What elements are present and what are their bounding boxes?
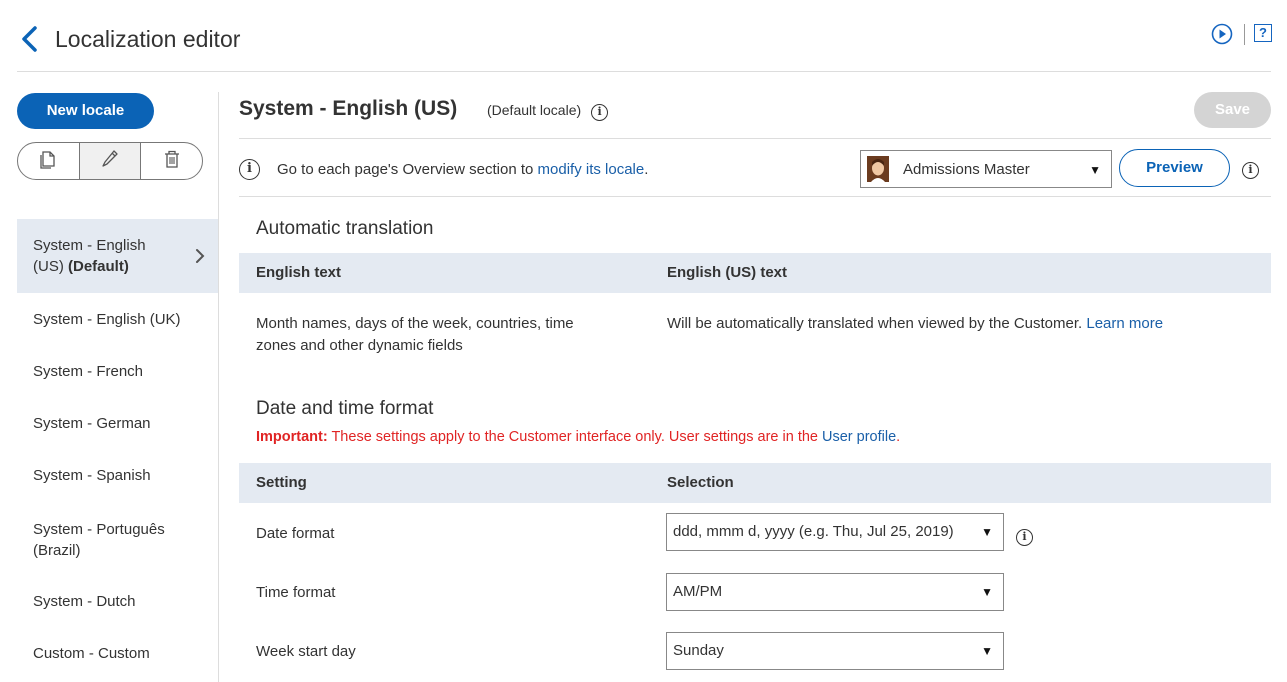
setting-label: Date format <box>256 525 335 542</box>
top-bar: Localization editor ? <box>0 0 1287 72</box>
important-text: These settings apply to the Customer int… <box>327 429 823 445</box>
table-cell: Month names, days of the week, countries… <box>256 313 636 357</box>
delete-locale-button[interactable] <box>140 143 202 179</box>
column-header: Selection <box>667 474 734 491</box>
caret-down-icon: ▼ <box>981 644 993 658</box>
date-format-select[interactable]: ddd, mmm d, yyyy (e.g. Thu, Jul 25, 2019… <box>666 513 1004 551</box>
week-start-day-select[interactable]: Sunday ▼ <box>666 632 1004 670</box>
divider <box>239 196 1271 197</box>
learn-more-link[interactable]: Learn more <box>1086 315 1163 332</box>
column-header: English (US) text <box>667 264 788 281</box>
locale-item-label-part: (US) <box>33 258 64 275</box>
select-value: AM/PM <box>673 583 723 600</box>
play-video-icon[interactable] <box>1211 23 1233 45</box>
persona-select[interactable]: Admissions Master ▼ <box>860 150 1112 188</box>
locale-item-label-line2: (Brazil) <box>33 542 81 559</box>
table-cell: Will be automatically translated when vi… <box>667 313 1163 335</box>
info-icon: i <box>239 159 260 180</box>
save-button[interactable]: Save <box>1194 92 1271 128</box>
default-label: (Default) <box>68 258 129 275</box>
locale-subtitle: (Default locale) i <box>487 102 609 121</box>
locale-item-dutch[interactable]: System - Dutch <box>17 575 218 627</box>
column-header: Setting <box>256 474 307 491</box>
trash-icon <box>163 149 181 173</box>
locale-title: System - English (US) <box>239 97 458 120</box>
caret-down-icon: ▼ <box>1089 163 1101 177</box>
locale-item-label: System - Português <box>33 521 165 538</box>
caret-down-icon: ▼ <box>981 585 993 599</box>
important-note: Important: These settings apply to the C… <box>256 429 900 445</box>
copy-icon <box>39 149 57 173</box>
cell-line: Month names, days of the week, countries… <box>256 315 574 332</box>
notice-end: . <box>644 161 649 178</box>
overview-notice: Go to each page's Overview section to mo… <box>277 161 648 178</box>
select-value: Sunday <box>673 642 724 659</box>
user-profile-link[interactable]: User profile <box>822 429 896 445</box>
cell-text: Will be automatically translated when vi… <box>667 315 1087 332</box>
locale-actions-toolbar <box>17 142 203 180</box>
locale-item-label: Custom - Custom <box>33 645 150 662</box>
info-icon[interactable]: i <box>591 104 609 121</box>
table-header: Setting Selection <box>239 463 1271 503</box>
new-locale-button[interactable]: New locale <box>17 93 154 129</box>
locale-item-german[interactable]: System - German <box>17 397 218 449</box>
locale-item-portuguese-brazil[interactable]: System - Português (Brazil) <box>17 501 218 575</box>
section-heading-automatic-translation: Automatic translation <box>256 218 434 239</box>
divider <box>239 138 1271 139</box>
info-icon[interactable]: i <box>1016 529 1033 546</box>
locale-item-label-line2: (US) (Default) <box>33 256 218 277</box>
locale-item-custom[interactable]: Custom - Custom <box>17 627 218 679</box>
locale-item-spanish[interactable]: System - Spanish <box>17 449 218 501</box>
page-title: Localization editor <box>55 26 241 52</box>
sidebar-divider <box>218 92 219 682</box>
edit-locale-button[interactable] <box>78 143 141 179</box>
locale-item-english-us[interactable]: System - English (US) (Default) <box>17 219 218 293</box>
copy-locale-button[interactable] <box>18 143 79 179</box>
table-header: English text English (US) text <box>239 253 1271 293</box>
important-end: . <box>896 429 901 445</box>
select-value: ddd, mmm d, yyyy (e.g. Thu, Jul 25, 2019… <box>673 523 954 540</box>
important-label: Important: <box>256 429 328 445</box>
preview-button[interactable]: Preview <box>1119 149 1230 187</box>
cell-line: zones and other dynamic fields <box>256 337 463 354</box>
caret-down-icon: ▼ <box>981 525 993 539</box>
header-divider <box>1244 24 1245 45</box>
back-chevron-icon[interactable] <box>18 24 42 54</box>
locale-item-french[interactable]: System - French <box>17 345 218 397</box>
locale-item-label: System - French <box>33 363 144 380</box>
locale-item-english-uk[interactable]: System - English (UK) <box>17 293 218 345</box>
notice-text: Go to each page's Overview section to <box>277 161 538 178</box>
locale-item-label: System - English (UK) <box>33 311 181 328</box>
locale-list: System - English (US) (Default) System -… <box>17 219 218 679</box>
locale-item-label: System - Dutch <box>33 593 136 610</box>
avatar <box>867 156 889 182</box>
persona-name: Admissions Master <box>903 160 1030 178</box>
locale-item-label: System - Spanish <box>33 467 151 484</box>
info-icon[interactable]: i <box>1242 162 1259 179</box>
help-icon[interactable]: ? <box>1254 24 1272 42</box>
pencil-icon <box>101 149 119 173</box>
time-format-select[interactable]: AM/PM ▼ <box>666 573 1004 611</box>
setting-label: Week start day <box>256 643 356 660</box>
locale-item-label: System - German <box>33 415 151 432</box>
column-header: English text <box>256 264 342 281</box>
default-locale-label: (Default locale) <box>487 102 582 118</box>
setting-label: Time format <box>256 584 336 601</box>
locale-item-label: System - English <box>33 237 146 254</box>
modify-locale-link[interactable]: modify its locale <box>538 161 645 178</box>
chevron-right-icon <box>194 247 206 265</box>
section-heading-date-time-format: Date and time format <box>256 398 434 419</box>
